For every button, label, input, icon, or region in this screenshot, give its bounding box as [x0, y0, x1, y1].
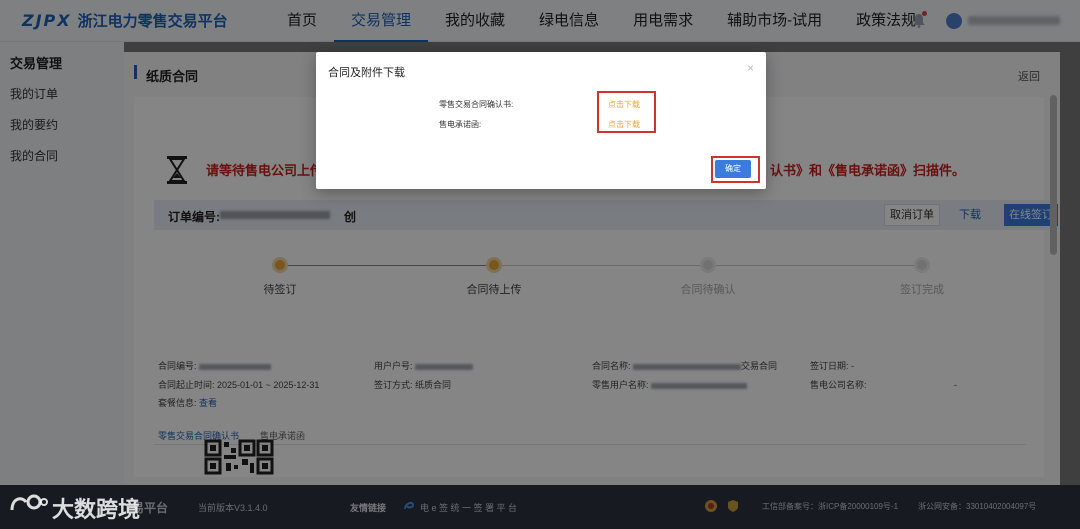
confirmation-file-label: 零售交易合同确认书: — [439, 100, 514, 109]
commitment-download-link[interactable]: 点击下载 — [608, 119, 640, 130]
confirmation-download-link[interactable]: 点击下载 — [608, 99, 640, 110]
ok-button[interactable]: 确定 — [715, 160, 751, 178]
download-dialog: 合同及附件下载 × 零售交易合同确认书: 售电承诺函: 点击下载 点击下载 确定 — [316, 52, 766, 189]
close-icon[interactable]: × — [747, 61, 754, 75]
commitment-file-label: 售电承诺函: — [439, 120, 482, 129]
dialog-title: 合同及附件下载 — [328, 67, 405, 79]
watermark-logo-icon — [10, 494, 48, 511]
watermark-text: 大数跨境 — [52, 497, 141, 522]
